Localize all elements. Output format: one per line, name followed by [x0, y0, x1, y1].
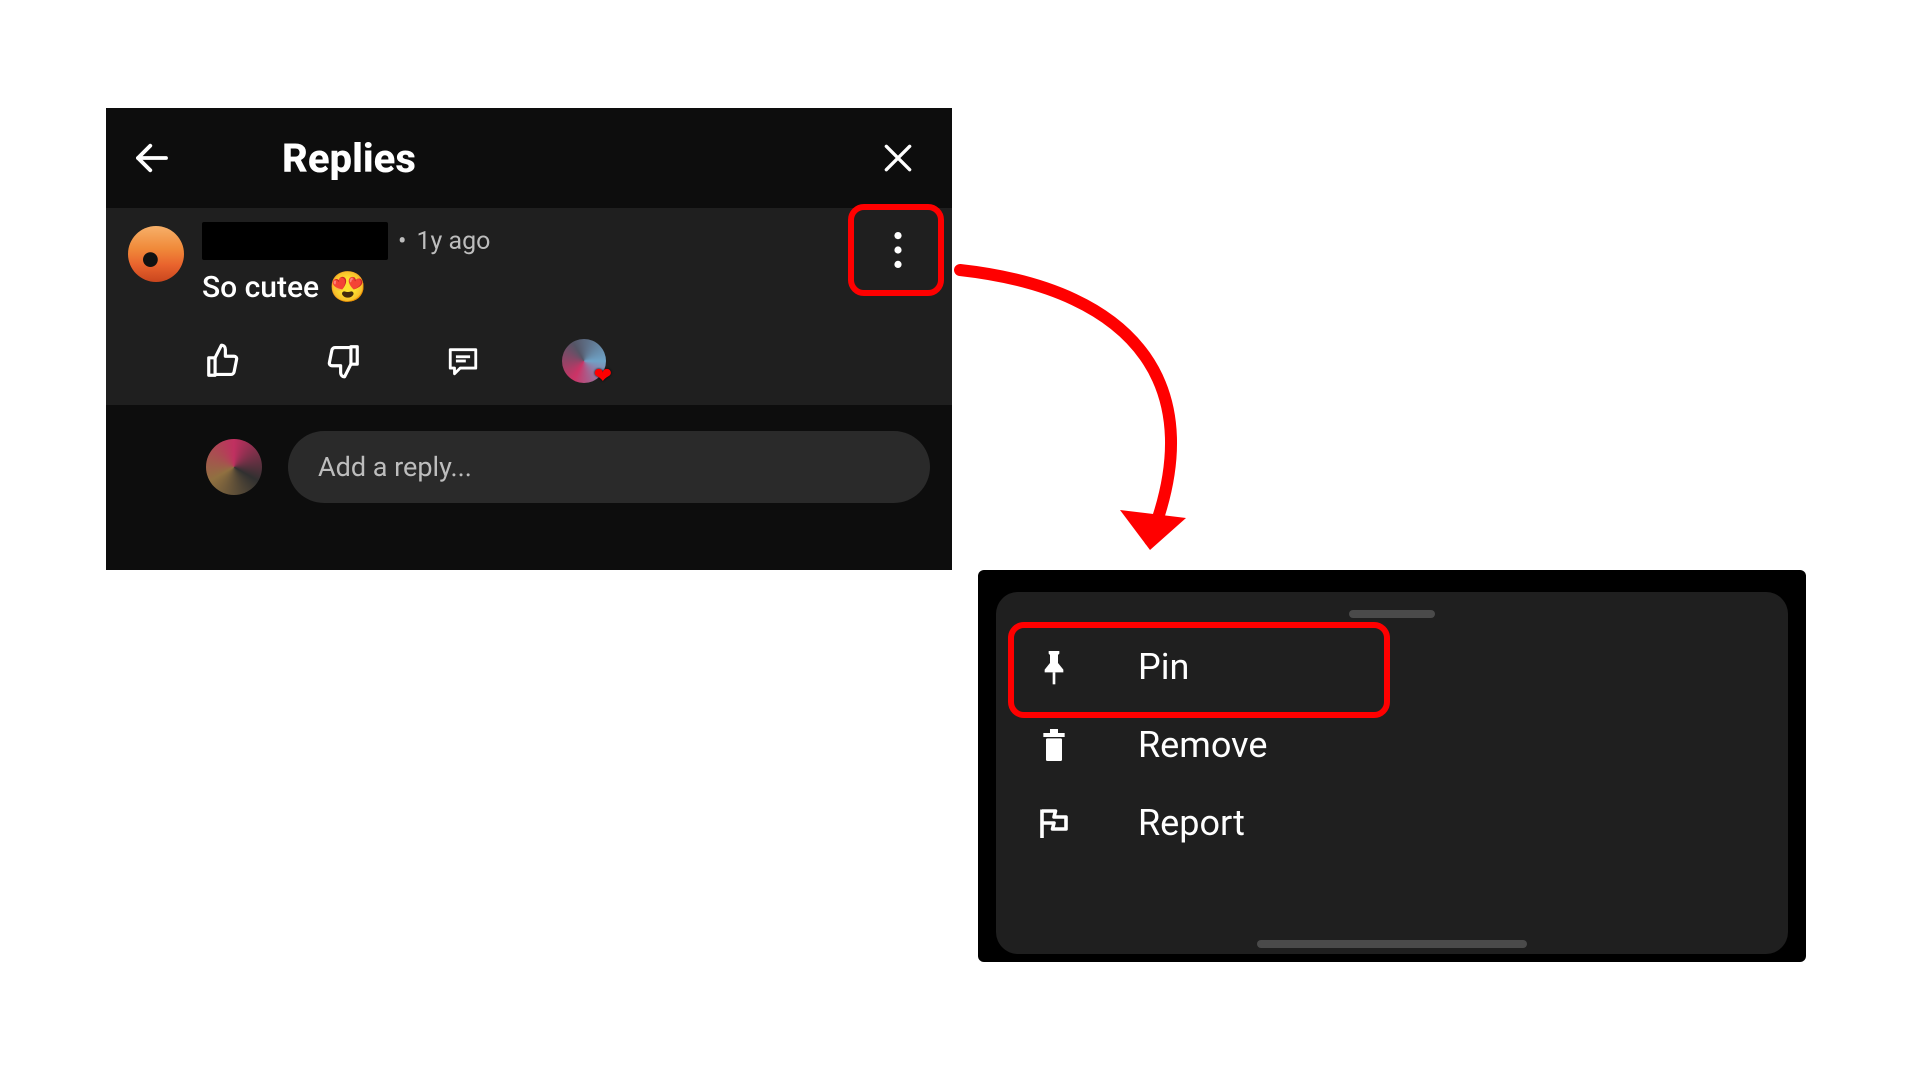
dislike-button[interactable] — [322, 340, 364, 382]
reply-placeholder: Add a reply... — [318, 451, 472, 483]
reply-input[interactable]: Add a reply... — [288, 431, 930, 503]
comment-block: • 1y ago So cutee 😍 — [106, 208, 952, 405]
comment-icon — [446, 344, 480, 378]
reply-row: Add a reply... — [106, 405, 952, 533]
meta-separator: • — [398, 227, 406, 256]
sheet-drag-handle[interactable] — [1349, 610, 1435, 618]
comment-actions — [202, 339, 930, 383]
more-options-button[interactable] — [862, 214, 934, 286]
comment-meta: • 1y ago — [202, 222, 930, 260]
menu-item-pin[interactable]: Pin — [996, 628, 1788, 706]
arrow-left-icon — [131, 137, 173, 179]
menu-item-remove[interactable]: Remove — [996, 706, 1788, 784]
more-vertical-icon — [894, 232, 902, 268]
replies-header: Replies — [106, 108, 952, 208]
commenter-avatar[interactable] — [128, 226, 184, 282]
comment-text: So cutee 😍 — [202, 270, 930, 305]
heart-eyes-emoji: 😍 — [329, 270, 366, 305]
pin-icon — [1038, 647, 1070, 687]
close-icon — [878, 138, 918, 178]
comment-button[interactable] — [442, 340, 484, 382]
trash-icon — [1038, 726, 1070, 764]
menu-item-label: Pin — [1138, 646, 1189, 688]
flag-icon — [1036, 805, 1072, 841]
menu-item-label: Remove — [1138, 724, 1267, 766]
replies-panel: Replies • 1y ago So cutee 😍 — [106, 108, 952, 570]
user-avatar[interactable] — [206, 439, 262, 495]
like-button[interactable] — [202, 340, 244, 382]
menu-item-label: Report — [1138, 802, 1245, 844]
thumbs-down-icon — [324, 342, 362, 380]
options-menu-inner: Pin Remove Report — [996, 592, 1788, 954]
comment-text-content: So cutee — [202, 270, 319, 305]
page-title: Replies — [282, 135, 416, 182]
creator-heart[interactable] — [562, 339, 606, 383]
options-menu-sheet: Pin Remove Report — [978, 570, 1806, 962]
home-indicator — [1257, 940, 1527, 948]
thumbs-up-icon — [204, 342, 242, 380]
comment-timestamp: 1y ago — [416, 227, 490, 256]
annotation-arrow — [940, 250, 1260, 590]
commenter-username-redacted — [202, 222, 388, 260]
menu-item-report[interactable]: Report — [996, 784, 1788, 862]
comment-body: • 1y ago So cutee 😍 — [202, 222, 930, 383]
back-button[interactable] — [122, 128, 182, 188]
close-button[interactable] — [868, 128, 928, 188]
